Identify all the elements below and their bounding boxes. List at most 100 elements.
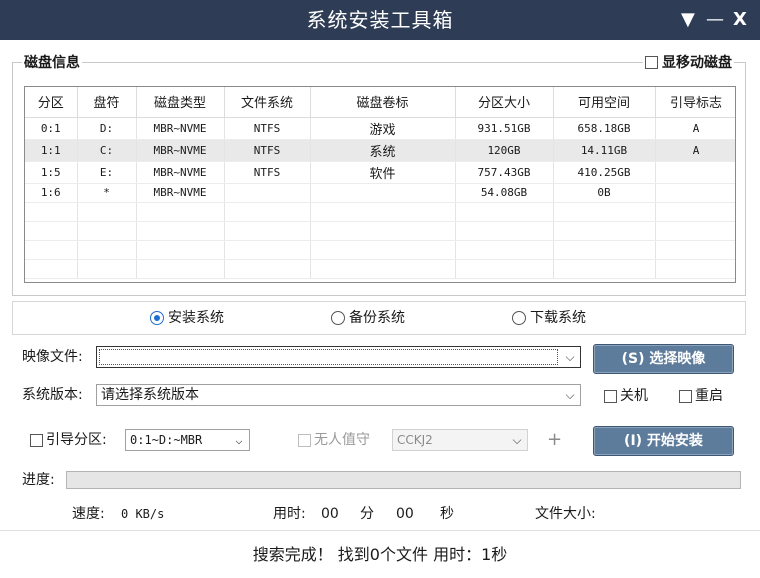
table-cell: 0B (553, 183, 656, 203)
chevron-down-icon[interactable]: ⌵ (560, 347, 580, 367)
image-file-select[interactable]: ⌵ (96, 346, 581, 368)
table-row[interactable]: 1:6 * MBR~NVME 54.08GB 0B (25, 183, 735, 203)
file-size-label: 文件大小: (535, 506, 596, 522)
image-file-label: 映像文件: (22, 349, 83, 365)
system-version-select[interactable]: 请选择系统版本 ⌵ (96, 384, 581, 406)
elapsed-seconds: 00 (396, 506, 414, 522)
status-message: 搜索完成！ 找到0个文件 用时：1秒 (0, 530, 760, 577)
table-row[interactable]: 1:5 E: MBR~NVME NTFS 软件 757.43GB 410.25G… (25, 161, 735, 184)
table-cell: E: (77, 161, 137, 184)
radio-selected-icon[interactable] (150, 311, 164, 325)
table-cell: C: (77, 139, 137, 162)
checkbox-icon[interactable] (645, 55, 658, 69)
select-image-button[interactable]: (S) 选择映像 (593, 344, 734, 374)
col-header-boot-flag[interactable]: 引导标志 (655, 87, 735, 118)
boot-partition-select[interactable]: 0:1~D:~MBR ⌵ (125, 429, 250, 451)
add-icon[interactable]: + (547, 429, 562, 451)
table-row-empty (25, 259, 735, 279)
focus-outline (99, 349, 558, 365)
seconds-unit: 秒 (440, 506, 454, 522)
mode-selector: 安装系统 备份系统 下载系统 (12, 301, 746, 335)
col-header-partition-size[interactable]: 分区大小 (455, 87, 554, 118)
shutdown-checkbox[interactable]: 关机 (604, 385, 648, 407)
minutes-unit: 分 (360, 506, 374, 522)
table-cell: 1:6 (25, 183, 78, 203)
checkbox-icon[interactable] (298, 433, 311, 447)
minimize-button[interactable]: — (706, 0, 724, 40)
table-cell: 410.25GB (553, 161, 656, 184)
table-cell: MBR~NVME (136, 139, 225, 162)
progress-label: 进度: (22, 472, 55, 488)
progress-bar (66, 471, 741, 489)
chevron-down-icon[interactable]: ⌵ (560, 385, 580, 405)
system-version-label: 系统版本: (22, 387, 83, 403)
col-header-volume-label[interactable]: 磁盘卷标 (310, 87, 456, 118)
radio-install-label: 安装系统 (168, 310, 224, 326)
table-cell (224, 183, 311, 203)
unattended-checkbox[interactable]: 无人值守 (298, 429, 370, 451)
table-cell: A (655, 139, 735, 162)
col-header-filesystem[interactable]: 文件系统 (224, 87, 311, 118)
start-install-button[interactable]: (I) 开始安装 (593, 426, 734, 456)
table-row[interactable]: 0:1 D: MBR~NVME NTFS 游戏 931.51GB 658.18G… (25, 117, 735, 140)
table-cell: 游戏 (310, 117, 456, 140)
table-cell: 757.43GB (455, 161, 554, 184)
speed-value: 0 KB/s (121, 507, 165, 521)
radio-backup-system[interactable]: 备份系统 (331, 302, 405, 334)
disk-table[interactable]: 分区 盘符 磁盘类型 文件系统 磁盘卷标 分区大小 可用空间 引导标志 0:1 … (24, 86, 736, 283)
table-cell: 14.11GB (553, 139, 656, 162)
col-header-disk-type[interactable]: 磁盘类型 (136, 87, 225, 118)
checkbox-icon[interactable] (30, 433, 43, 447)
disk-info-title: 磁盘信息 (22, 52, 82, 72)
table-row-empty (25, 221, 735, 241)
table-cell: 120GB (455, 139, 554, 162)
elapsed-label: 用时: (273, 506, 306, 522)
speed-label: 速度: (72, 506, 105, 522)
radio-install-system[interactable]: 安装系统 (150, 302, 224, 334)
restart-label: 重启 (695, 388, 723, 404)
table-cell: MBR~NVME (136, 161, 225, 184)
radio-backup-label: 备份系统 (349, 310, 405, 326)
table-cell: NTFS (224, 117, 311, 140)
title-bar: 系统安装工具箱 ▼ — X (0, 0, 760, 40)
table-cell: MBR~NVME (136, 183, 225, 203)
table-row-selected[interactable]: 1:1 C: MBR~NVME NTFS 系统 120GB 14.11GB A (25, 139, 735, 162)
table-row-empty (25, 240, 735, 260)
table-cell: NTFS (224, 161, 311, 184)
menu-dropdown-icon[interactable]: ▼ (681, 0, 695, 40)
table-cell: MBR~NVME (136, 117, 225, 140)
radio-icon[interactable] (331, 311, 345, 325)
boot-partition-label: 引导分区: (46, 432, 107, 448)
restart-checkbox[interactable]: 重启 (679, 385, 723, 407)
table-cell: 54.08GB (455, 183, 554, 203)
col-header-drive[interactable]: 盘符 (77, 87, 137, 118)
table-cell: * (77, 183, 137, 203)
col-header-free-space[interactable]: 可用空间 (553, 87, 656, 118)
boot-partition-checkbox[interactable]: 引导分区: (30, 429, 107, 451)
show-removable-checkbox[interactable]: 显移动磁盘 (643, 52, 734, 72)
checkbox-icon[interactable] (604, 389, 617, 403)
col-header-partition[interactable]: 分区 (25, 87, 78, 118)
table-cell: 0:1 (25, 117, 78, 140)
chevron-down-icon[interactable]: ⌵ (507, 430, 527, 450)
table-cell: D: (77, 117, 137, 140)
unattended-label: 无人值守 (314, 432, 370, 448)
checkbox-icon[interactable] (679, 389, 692, 403)
radio-icon[interactable] (512, 311, 526, 325)
close-button[interactable]: X (733, 0, 747, 40)
table-cell: 1:5 (25, 161, 78, 184)
table-cell: NTFS (224, 139, 311, 162)
account-value: CCKJ2 (397, 433, 433, 447)
table-header-row: 分区 盘符 磁盘类型 文件系统 磁盘卷标 分区大小 可用空间 引导标志 (25, 87, 735, 118)
table-cell: 软件 (310, 161, 456, 184)
chevron-down-icon[interactable]: ⌵ (229, 430, 249, 450)
account-select[interactable]: CCKJ2 ⌵ (392, 429, 528, 451)
boot-partition-value: 0:1~D:~MBR (130, 433, 203, 447)
show-removable-label: 显移动磁盘 (662, 55, 732, 71)
radio-download-system[interactable]: 下载系统 (512, 302, 586, 334)
table-cell: 931.51GB (455, 117, 554, 140)
elapsed-minutes: 00 (321, 506, 339, 522)
shutdown-label: 关机 (620, 388, 648, 404)
table-cell: 系统 (310, 139, 456, 162)
table-cell: A (655, 117, 735, 140)
